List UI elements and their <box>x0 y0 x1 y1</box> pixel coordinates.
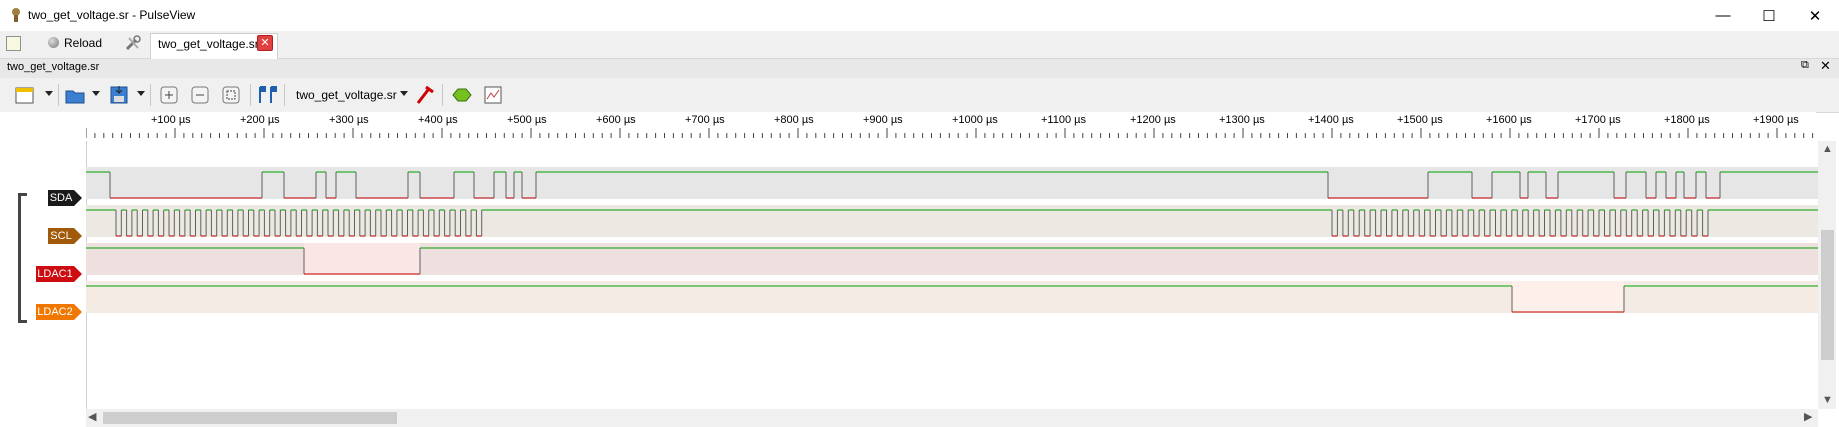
new-view-icon[interactable] <box>14 84 36 106</box>
tab-session-label: two_get_voltage.sr <box>158 37 259 51</box>
toolbar-separator <box>284 84 285 106</box>
ruler-label: +1500 µs <box>1397 114 1443 126</box>
ruler-label: +1800 µs <box>1664 114 1710 126</box>
ruler-label: +100 µs <box>151 114 191 126</box>
scroll-up-icon[interactable]: ▲ <box>1822 143 1833 155</box>
ruler-label: +500 µs <box>507 114 547 126</box>
channel-tag-ldac2[interactable]: LDAC2 <box>36 304 74 320</box>
chevron-down-icon[interactable] <box>137 91 145 96</box>
window-title: two_get_voltage.sr - PulseView <box>28 8 196 22</box>
zoom-in-icon[interactable] <box>158 84 180 106</box>
toolbar-separator <box>58 84 59 106</box>
vertical-scroll-thumb[interactable] <box>1821 230 1834 360</box>
ruler-label: +1200 µs <box>1130 114 1176 126</box>
channel-tag-ldac1[interactable]: LDAC1 <box>36 266 74 282</box>
open-file-icon[interactable] <box>64 84 86 106</box>
channel-tag-pointer <box>74 190 82 206</box>
reload-button[interactable]: Reload <box>64 36 102 50</box>
probe-config-icon[interactable] <box>414 84 436 106</box>
scroll-left-icon[interactable]: ◀ <box>88 410 96 423</box>
ruler-label: +1100 µs <box>1041 114 1086 126</box>
trace-view[interactable] <box>86 141 1818 409</box>
title-bar <box>0 0 1839 31</box>
maximize-button[interactable]: ☐ <box>1746 0 1792 31</box>
pulseview-app-icon <box>12 8 20 22</box>
document-close-icon[interactable]: ✕ <box>1820 58 1831 74</box>
ruler-label: +1400 µs <box>1308 114 1354 126</box>
ruler-label: +1300 µs <box>1219 114 1265 126</box>
ruler-label: +700 µs <box>685 114 725 126</box>
document-title: two_get_voltage.sr <box>7 61 100 73</box>
channel-tag-pointer <box>74 266 82 282</box>
ruler-label: +1600 µs <box>1486 114 1532 126</box>
horizontal-scroll-thumb[interactable] <box>103 412 397 424</box>
ruler-label: +600 µs <box>596 114 636 126</box>
zoom-out-icon[interactable] <box>189 84 211 106</box>
ruler-label: +800 µs <box>774 114 814 126</box>
channel-tag-scl[interactable]: SCL <box>48 228 74 244</box>
scroll-right-icon[interactable]: ▶ <box>1804 410 1812 423</box>
toolbar-separator <box>150 84 151 106</box>
ruler-label: +200 µs <box>240 114 280 126</box>
channel-tag-pointer <box>74 304 82 320</box>
reload-icon[interactable] <box>48 37 59 48</box>
ruler-label: +1700 µs <box>1575 114 1621 126</box>
chevron-down-icon[interactable] <box>92 91 100 96</box>
ruler-label: +300 µs <box>329 114 369 126</box>
ruler-label: +400 µs <box>418 114 458 126</box>
ruler-ticks <box>86 128 1814 138</box>
toolbar-separator <box>250 84 251 106</box>
close-button[interactable]: ✕ <box>1792 0 1838 31</box>
scroll-down-icon[interactable]: ▼ <box>1822 394 1833 406</box>
settings-tools-icon[interactable] <box>124 34 142 52</box>
minimize-button[interactable]: — <box>1700 0 1746 31</box>
add-decoder-icon[interactable] <box>451 84 473 106</box>
ldac2-low-region <box>1512 281 1624 313</box>
ruler-label: +1000 µs <box>952 114 998 126</box>
chevron-down-icon[interactable] <box>400 91 408 96</box>
channel-group-bracket <box>18 193 27 323</box>
document-header <box>0 59 1839 79</box>
tab-close-icon[interactable]: ✕ <box>257 35 273 51</box>
toolbar-separator <box>442 84 443 106</box>
ldac1-low-region <box>304 243 420 275</box>
ruler-label: +1900 µs <box>1753 114 1799 126</box>
chevron-down-icon[interactable] <box>45 91 53 96</box>
zoom-fit-icon[interactable] <box>220 84 242 106</box>
device-selector[interactable]: two_get_voltage.sr <box>296 88 397 102</box>
channel-labels-pane <box>0 112 87 409</box>
math-signal-icon[interactable] <box>482 84 504 106</box>
cursor-markers-icon[interactable] <box>256 84 278 106</box>
new-session-icon[interactable] <box>6 36 21 51</box>
save-file-icon[interactable] <box>108 84 130 106</box>
channel-tag-pointer <box>74 228 82 244</box>
ruler-label: +900 µs <box>863 114 903 126</box>
undock-icon[interactable]: ⧉ <box>1801 59 1809 72</box>
channel-tag-sda[interactable]: SDA <box>48 190 74 206</box>
